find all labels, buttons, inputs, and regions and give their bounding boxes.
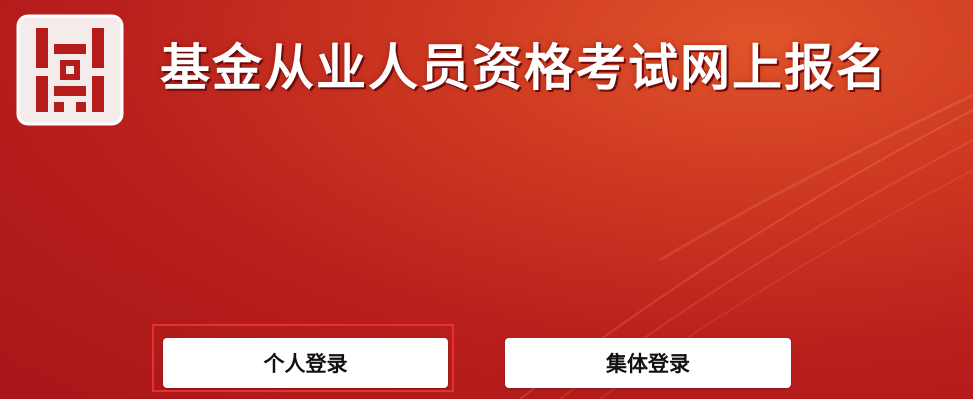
group-login-button[interactable]: 集体登录 xyxy=(505,338,791,388)
association-logo xyxy=(16,14,124,126)
personal-login-button[interactable]: 个人登录 xyxy=(163,338,448,388)
site-title: 基金从业人员资格考试网上报名 xyxy=(160,38,888,97)
